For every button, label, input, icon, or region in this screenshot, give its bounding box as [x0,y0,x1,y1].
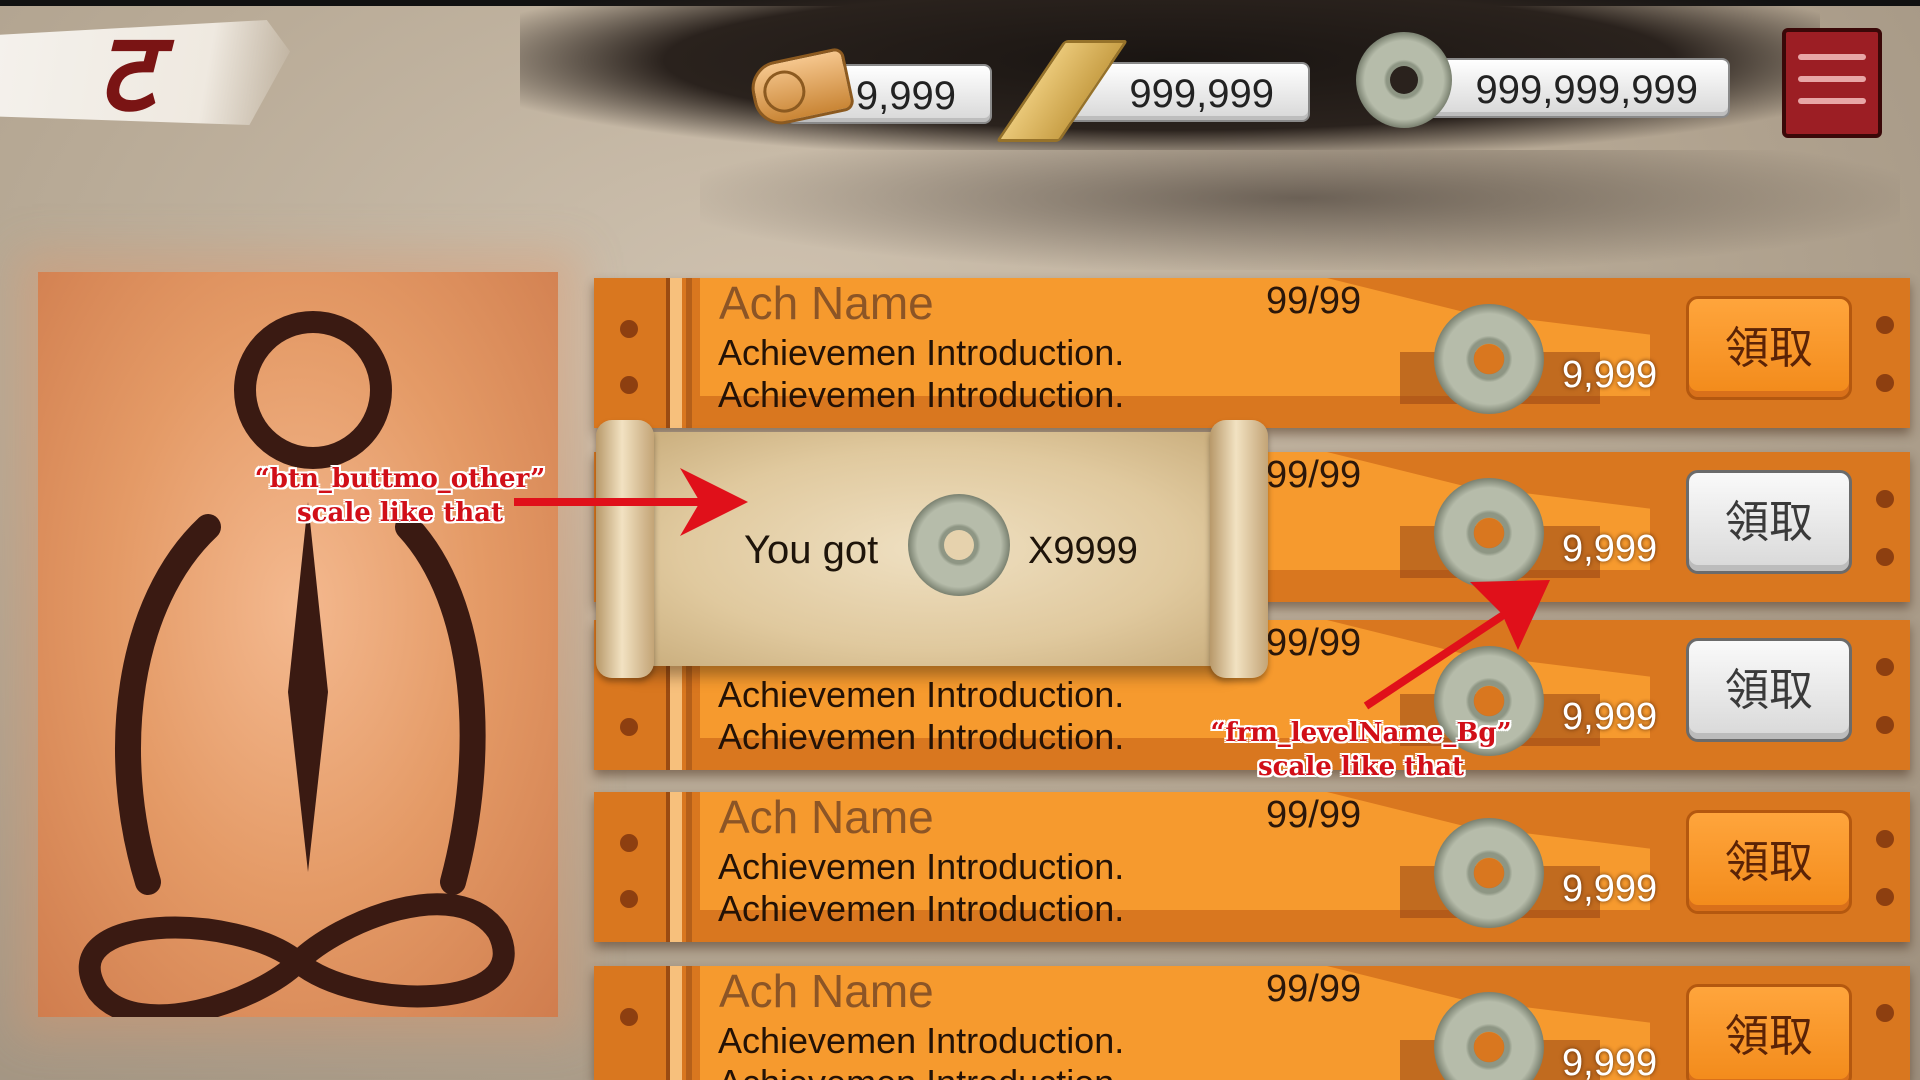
annotation-right-line1: “frm_levelName_Bg” [1210,718,1512,748]
annotation-left-line1: “btn_buttmo_other” [254,464,546,494]
annotation-arrowhead-right [1470,580,1550,650]
annotation-left: “btn_buttmo_other” scale like that [250,462,550,530]
annotation-arrow-right [1363,608,1511,710]
annotation-right-line2: scale like that [1258,752,1464,782]
annotation-left-line2: scale like that [297,498,503,528]
annotation-arrows [514,468,1550,710]
annotation-right: “frm_levelName_Bg” scale like that [1206,716,1516,784]
